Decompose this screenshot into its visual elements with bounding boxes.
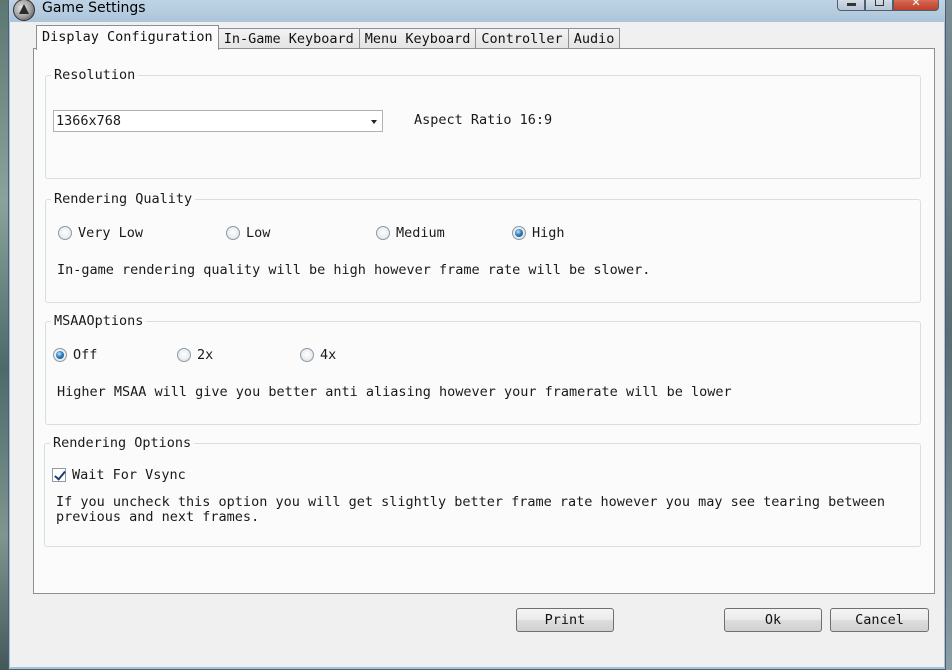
ok-button[interactable]: Ok	[724, 608, 822, 632]
close-icon: ✕	[911, 0, 921, 9]
resolution-dropdown[interactable]: 1366x768	[53, 110, 383, 132]
close-button[interactable]: ✕	[893, 0, 939, 11]
desktop-background-left	[0, 0, 8, 670]
resolution-group: Resolution 1366x768 Aspect Ratio 16:9	[45, 67, 921, 179]
display-configuration-panel: Resolution 1366x768 Aspect Ratio 16:9 Re…	[33, 48, 935, 594]
cancel-button[interactable]: Cancel	[830, 608, 929, 632]
radio-label: High	[532, 225, 565, 241]
chevron-down-icon	[371, 120, 377, 124]
rendering-options-description-line1: If you uncheck this option you will get …	[56, 494, 886, 510]
radio-high[interactable]: High	[512, 224, 565, 242]
radio-label: Medium	[396, 225, 445, 241]
minimize-icon	[846, 3, 856, 6]
resolution-dropdown-value: 1366x768	[56, 113, 122, 129]
tab-strip: Display Configuration In-Game Keyboard M…	[36, 24, 621, 50]
rendering-options-group: Rendering Options Wait For Vsync If you …	[44, 435, 921, 547]
radio-button-icon	[376, 226, 390, 240]
caption-buttons: ✕	[837, 0, 939, 11]
msaa-description: Higher MSAA will give you better anti al…	[57, 384, 732, 400]
rendering-options-description-line2: previous and next frames.	[56, 509, 260, 525]
radio-label: 2x	[197, 347, 214, 363]
maximize-icon	[874, 0, 884, 6]
tab-audio[interactable]: Audio	[568, 28, 621, 49]
radio-button-icon	[226, 226, 240, 240]
print-button[interactable]: Print	[516, 608, 614, 632]
msaa-options-group-title: MSAAOptions	[51, 313, 147, 329]
vsync-checkbox[interactable]	[52, 468, 66, 482]
radio-label: Low	[246, 225, 271, 241]
radio-medium[interactable]: Medium	[376, 224, 445, 242]
vsync-checkbox-row[interactable]: Wait For Vsync	[52, 466, 186, 484]
tab-in-game-keyboard[interactable]: In-Game Keyboard	[218, 28, 360, 49]
app-logo-icon	[13, 0, 35, 21]
resolution-group-title: Resolution	[51, 67, 139, 83]
rendering-quality-description: In-game rendering quality will be high h…	[57, 262, 651, 278]
minimize-button[interactable]	[837, 0, 865, 11]
desktop-background-right	[946, 0, 952, 670]
tab-menu-keyboard[interactable]: Menu Keyboard	[359, 28, 477, 49]
radio-label: Very Low	[78, 225, 144, 241]
rendering-quality-group: Rendering Quality Very Low Low Medium Hi…	[45, 191, 921, 303]
msaa-options: Off 2x 4x	[53, 346, 453, 364]
maximize-button[interactable]	[865, 0, 893, 11]
rendering-quality-options: Very Low Low Medium High	[53, 224, 653, 242]
radio-label: Off	[73, 347, 98, 363]
vsync-label: Wait For Vsync	[72, 467, 186, 483]
tab-display-configuration[interactable]: Display Configuration	[36, 25, 219, 50]
msaa-options-group: MSAAOptions Off 2x 4x Higher MSAA will g…	[45, 313, 921, 425]
radio-button-checked-icon	[53, 348, 67, 362]
game-settings-window: Game Settings ✕ Display Configuration In…	[8, 0, 946, 670]
radio-button-icon	[177, 348, 191, 362]
title-bar[interactable]: Game Settings ✕	[9, 0, 945, 23]
dialog-client-area: Display Configuration In-Game Keyboard M…	[10, 22, 944, 667]
radio-button-checked-icon	[512, 226, 526, 240]
radio-label: 4x	[320, 347, 337, 363]
window-title: Game Settings	[42, 0, 146, 16]
tab-controller[interactable]: Controller	[476, 28, 569, 49]
radio-low[interactable]: Low	[226, 224, 270, 242]
rendering-options-group-title: Rendering Options	[50, 435, 195, 451]
radio-button-icon	[300, 348, 314, 362]
radio-very-low[interactable]: Very Low	[58, 224, 143, 242]
radio-msaa-2x[interactable]: 2x	[177, 346, 213, 364]
radio-msaa-off[interactable]: Off	[53, 346, 97, 364]
radio-button-icon	[58, 226, 72, 240]
radio-msaa-4x[interactable]: 4x	[300, 346, 336, 364]
aspect-ratio-label: Aspect Ratio 16:9	[414, 112, 553, 128]
rendering-quality-group-title: Rendering Quality	[51, 191, 196, 207]
